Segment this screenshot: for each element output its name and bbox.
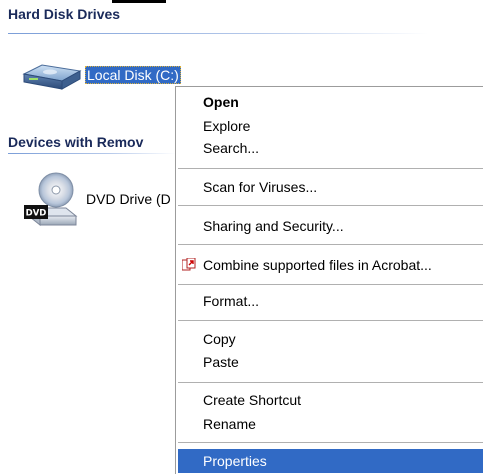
menu-item-search[interactable]: Search... — [178, 136, 483, 160]
menu-item-label: Combine supported files in Acrobat... — [203, 257, 432, 273]
drive-label-dvd: DVD Drive (D — [86, 191, 171, 207]
menu-item-properties[interactable]: Properties — [178, 449, 483, 473]
drive-label-local-disk: Local Disk (C:) — [85, 66, 181, 84]
acrobat-icon — [182, 258, 196, 271]
group-divider — [8, 153, 176, 154]
menu-item-explore[interactable]: Explore — [178, 114, 483, 138]
menu-separator — [178, 442, 483, 443]
menu-item-scan-for-viruses[interactable]: Scan for Viruses... — [178, 175, 483, 199]
menu-separator — [178, 205, 483, 206]
menu-item-copy[interactable]: Copy — [178, 327, 483, 351]
menu-separator — [178, 244, 483, 245]
menu-item-create-shortcut[interactable]: Create Shortcut — [178, 388, 483, 412]
group-header-removable-storage: Devices with Remov — [8, 134, 144, 150]
group-header-hard-disk-drives: Hard Disk Drives — [8, 6, 121, 22]
menu-item-sharing-and-security[interactable]: Sharing and Security... — [178, 214, 483, 238]
cropped-title-fragment — [112, 0, 166, 3]
menu-item-open[interactable]: Open — [178, 90, 483, 114]
dvd-drive-icon: DVD — [24, 172, 78, 227]
explorer-window: Hard Disk Drives Local Disk (C:) Devices… — [0, 0, 483, 474]
menu-item-format[interactable]: Format... — [178, 289, 483, 313]
group-divider — [8, 33, 428, 34]
hard-drive-icon — [22, 64, 82, 90]
context-menu: Open Explore Search... Scan for Viruses.… — [175, 86, 483, 474]
menu-item-paste[interactable]: Paste — [178, 350, 483, 374]
svg-text:DVD: DVD — [26, 209, 47, 219]
menu-separator — [178, 382, 483, 383]
menu-separator — [178, 320, 483, 321]
menu-separator — [178, 168, 483, 169]
menu-item-combine-in-acrobat[interactable]: Combine supported files in Acrobat... — [178, 253, 483, 277]
menu-item-rename[interactable]: Rename — [178, 412, 483, 436]
drive-dvd-d[interactable]: DVD DVD Drive (D — [20, 170, 180, 232]
drive-local-disk-c[interactable]: Local Disk (C:) — [20, 56, 200, 96]
menu-separator — [178, 284, 483, 285]
